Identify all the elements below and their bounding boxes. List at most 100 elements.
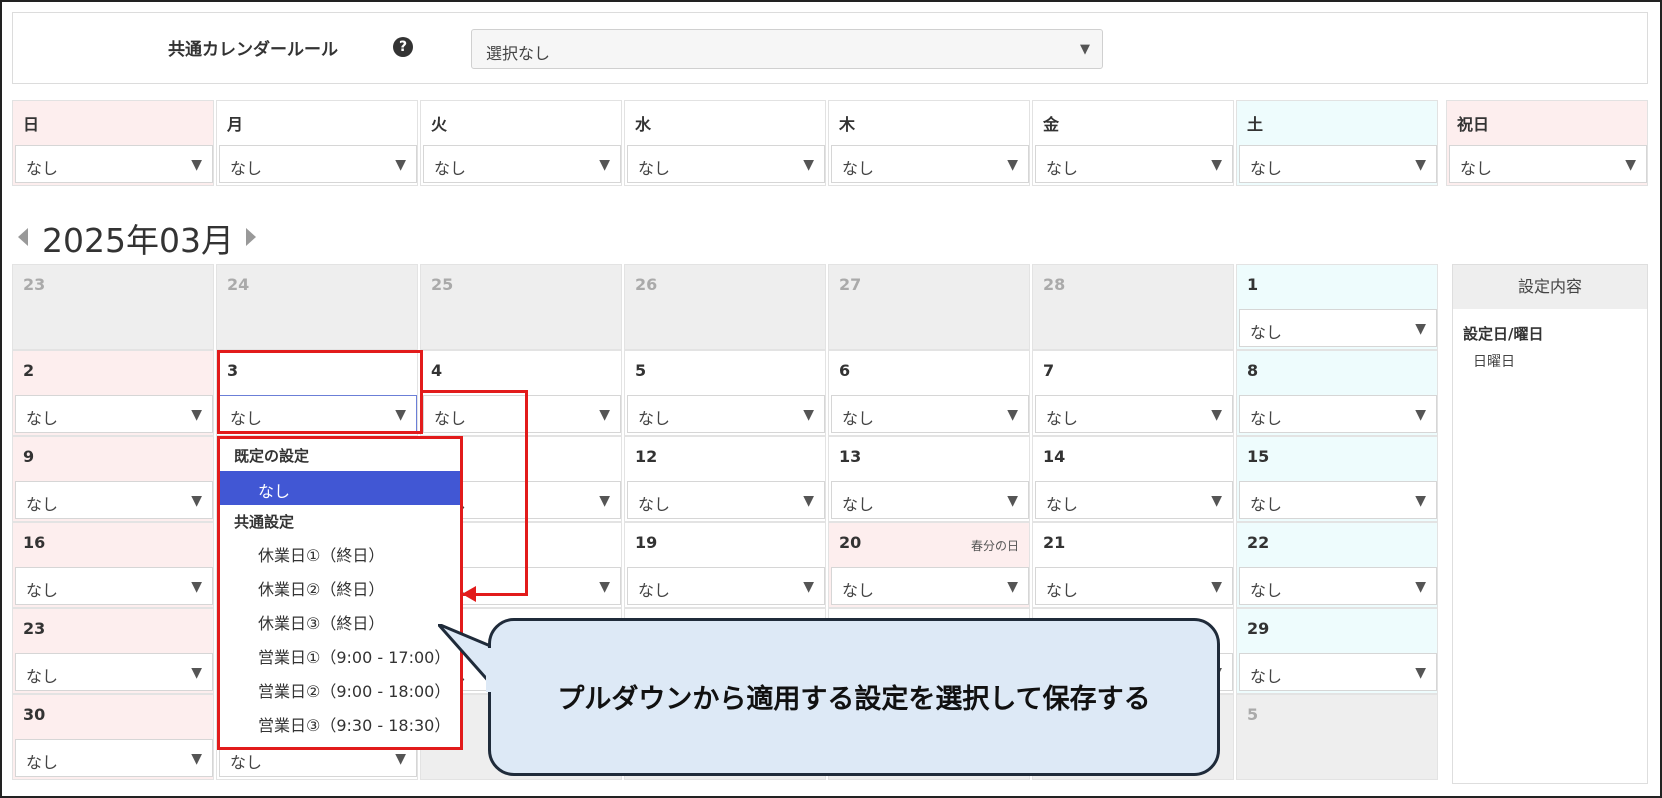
weekday-name: 土 bbox=[1247, 115, 1264, 134]
day-setting-select[interactable]: なし ▼ bbox=[1239, 481, 1437, 519]
day-number: 8 bbox=[1247, 361, 1259, 380]
dropdown-item-label: 休業日②（終日） bbox=[258, 580, 385, 599]
select-value: なし bbox=[1250, 581, 1283, 600]
chevron-down-icon: ▼ bbox=[1080, 42, 1090, 57]
common-rule-bar: 共通カレンダールール ? 選択なし ▼ bbox=[12, 12, 1648, 84]
month-title: 2025年03月 bbox=[42, 221, 234, 260]
select-value: なし bbox=[638, 495, 671, 514]
weekday-cell: 月なし ▼ bbox=[216, 100, 418, 186]
chevron-down-icon: ▼ bbox=[395, 751, 406, 767]
chevron-down-icon: ▼ bbox=[191, 407, 202, 423]
day-setting-select[interactable]: なし ▼ bbox=[1239, 653, 1437, 691]
day-setting-select[interactable]: なし ▼ bbox=[627, 481, 825, 519]
select-value: なし bbox=[1250, 409, 1283, 428]
settings-date-value: 日曜日 bbox=[1473, 354, 1515, 370]
weekday-name: 水 bbox=[635, 115, 652, 134]
chevron-down-icon: ▼ bbox=[1415, 579, 1426, 595]
day-setting-select[interactable]: なし ▼ bbox=[1239, 395, 1437, 433]
select-value: なし bbox=[26, 495, 59, 514]
question-circle-icon[interactable]: ? bbox=[393, 37, 413, 57]
callout-tail-joint bbox=[486, 648, 496, 692]
day-number: 15 bbox=[1247, 447, 1270, 466]
day-setting-select[interactable]: なし ▼ bbox=[15, 481, 213, 519]
calendar-day: 29 なし ▼ bbox=[1236, 608, 1438, 694]
day-number: 24 bbox=[227, 275, 250, 294]
calendar-day: 27 bbox=[828, 264, 1030, 350]
dropdown-item[interactable]: 営業日③（9:30 - 18:30） bbox=[220, 705, 460, 739]
day-number: 2 bbox=[23, 361, 35, 380]
dropdown-item[interactable]: 休業日③（終日） bbox=[220, 603, 460, 637]
chevron-down-icon: ▼ bbox=[1625, 157, 1636, 173]
day-number: 21 bbox=[1043, 533, 1066, 552]
calendar-day: 6 なし ▼ bbox=[828, 350, 1030, 436]
weekday-cell: 祝日 なし ▼ bbox=[1446, 100, 1648, 186]
day-number: 20 bbox=[839, 533, 862, 552]
day-setting-select[interactable]: なし ▼ bbox=[1035, 395, 1233, 433]
dropdown-item-label: なし bbox=[258, 482, 291, 501]
chevron-down-icon: ▼ bbox=[599, 407, 610, 423]
chevron-down-icon: ▼ bbox=[191, 493, 202, 509]
calendar-day: 1 なし ▼ bbox=[1236, 264, 1438, 350]
common-rule-select[interactable]: 選択なし ▼ bbox=[471, 29, 1103, 69]
holiday-name: 春分の日 bbox=[970, 539, 1019, 553]
day-setting-select[interactable]: なし ▼ bbox=[1239, 567, 1437, 605]
day-setting-select[interactable]: なし ▼ bbox=[831, 481, 1029, 519]
calendar-day: 20 春分の日なし ▼ bbox=[828, 522, 1030, 608]
dropdown-item-label: 休業日③（終日） bbox=[258, 614, 385, 633]
chevron-down-icon: ▼ bbox=[803, 493, 814, 509]
chevron-down-icon: ▼ bbox=[1415, 321, 1426, 337]
dropdown-item[interactable]: 休業日①（終日） bbox=[220, 535, 460, 569]
weekday-name: 月 bbox=[227, 115, 244, 134]
select-value: なし bbox=[26, 159, 59, 178]
day-number: 26 bbox=[635, 275, 658, 294]
calendar-day: 28 bbox=[1032, 264, 1234, 350]
day-setting-select[interactable]: なし ▼ bbox=[627, 567, 825, 605]
weekday-setting-select[interactable]: なし ▼ bbox=[831, 145, 1029, 183]
calendar-day: 2 なし ▼ bbox=[12, 350, 214, 436]
dropdown-item-default-none[interactable]: なし bbox=[220, 471, 460, 505]
day-setting-select[interactable]: なし ▼ bbox=[627, 395, 825, 433]
day-number: 5 bbox=[1247, 705, 1259, 724]
select-value: なし bbox=[1250, 323, 1283, 342]
dropdown-item[interactable]: 営業日①（9:00 - 17:00） bbox=[220, 637, 460, 671]
dropdown-item[interactable]: 休業日②（終日） bbox=[220, 569, 460, 603]
dropdown-item[interactable]: 営業日②（9:00 - 18:00） bbox=[220, 671, 460, 705]
weekday-setting-select[interactable]: なし ▼ bbox=[1035, 145, 1233, 183]
day-setting-select[interactable]: なし ▼ bbox=[831, 395, 1029, 433]
prev-month-icon[interactable] bbox=[18, 228, 28, 246]
chevron-down-icon: ▼ bbox=[1007, 579, 1018, 595]
day-setting-select[interactable]: なし ▼ bbox=[15, 567, 213, 605]
weekday-setting-select[interactable]: なし ▼ bbox=[1449, 145, 1647, 183]
weekday-setting-select[interactable]: なし ▼ bbox=[423, 145, 621, 183]
calendar-day: 15 なし ▼ bbox=[1236, 436, 1438, 522]
day-setting-select[interactable]: なし ▼ bbox=[831, 567, 1029, 605]
day-setting-select[interactable]: なし ▼ bbox=[15, 395, 213, 433]
chevron-down-icon: ▼ bbox=[191, 157, 202, 173]
select-value: なし bbox=[230, 159, 263, 178]
weekday-setting-select[interactable]: なし ▼ bbox=[15, 145, 213, 183]
day-setting-select[interactable]: なし ▼ bbox=[1035, 481, 1233, 519]
next-month-icon[interactable] bbox=[246, 228, 256, 246]
select-value: なし bbox=[1250, 495, 1283, 514]
calendar-day: 21 なし ▼ bbox=[1032, 522, 1234, 608]
select-value: なし bbox=[638, 581, 671, 600]
select-value: なし bbox=[1046, 581, 1079, 600]
day-setting-select[interactable]: なし ▼ bbox=[1035, 567, 1233, 605]
chevron-down-icon: ▼ bbox=[1007, 407, 1018, 423]
weekday-setting-select[interactable]: なし ▼ bbox=[627, 145, 825, 183]
day-setting-select[interactable]: なし ▼ bbox=[1239, 309, 1437, 347]
day-number: 5 bbox=[635, 361, 647, 380]
calendar-day: 7 なし ▼ bbox=[1032, 350, 1234, 436]
chevron-down-icon: ▼ bbox=[395, 157, 406, 173]
day-number: 19 bbox=[635, 533, 658, 552]
day-setting-select[interactable]: なし ▼ bbox=[15, 653, 213, 691]
weekday-setting-select[interactable]: なし ▼ bbox=[1239, 145, 1437, 183]
chevron-down-icon: ▼ bbox=[803, 407, 814, 423]
chevron-down-icon: ▼ bbox=[1211, 407, 1222, 423]
day-number: 29 bbox=[1247, 619, 1270, 638]
weekday-setting-select[interactable]: なし ▼ bbox=[219, 145, 417, 183]
settings-detail-panel: 設定内容 設定日/曜日 日曜日 bbox=[1452, 264, 1648, 784]
day-setting-select[interactable]: なし ▼ bbox=[15, 739, 213, 777]
select-value: なし bbox=[1046, 495, 1079, 514]
chevron-down-icon: ▼ bbox=[599, 579, 610, 595]
